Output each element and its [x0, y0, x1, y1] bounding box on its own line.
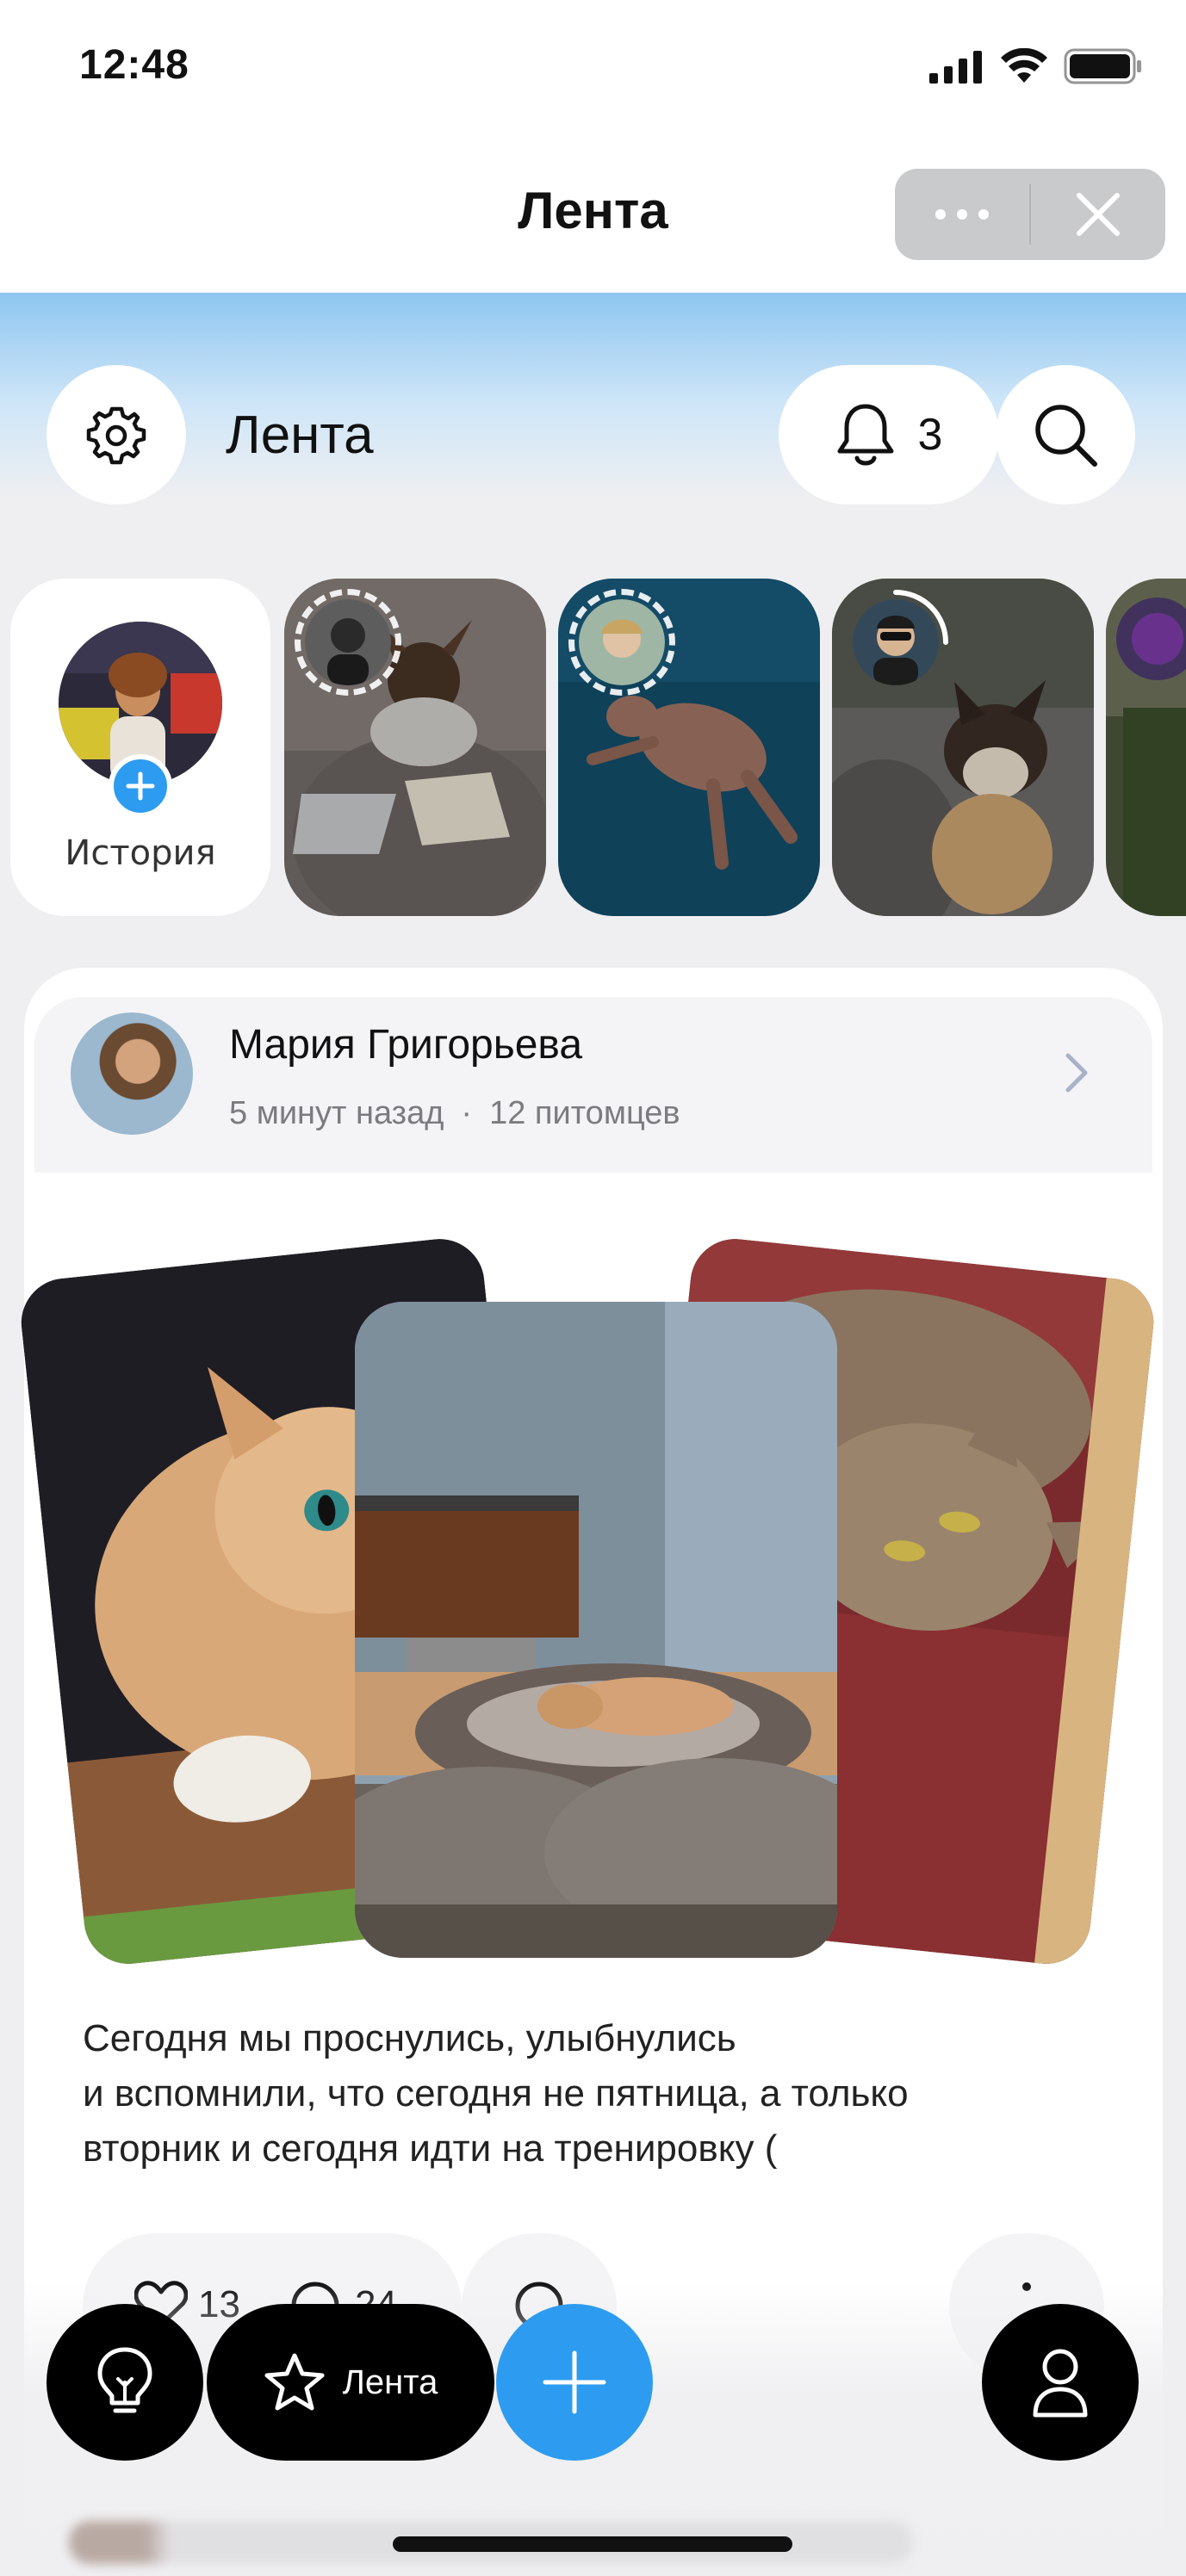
add-post-button[interactable]: [496, 2304, 653, 2461]
tab-feed-label: Лента: [342, 2362, 438, 2401]
status-time: 12:48: [79, 42, 189, 88]
post-header[interactable]: [34, 997, 1152, 1173]
plus-icon: [126, 771, 155, 801]
status-bar: 12:48: [0, 0, 1186, 138]
tab-feed[interactable]: Лента: [207, 2304, 494, 2461]
ideas-button[interactable]: [47, 2304, 203, 2461]
add-story-plus[interactable]: [109, 754, 172, 818]
home-indicator: [393, 2536, 792, 2552]
sleeping-dog-image: [355, 1302, 837, 1958]
post-photo-dog-sleeping[interactable]: [355, 1302, 837, 1958]
notifications-count: 3: [917, 410, 943, 460]
story-swimming-pig[interactable]: [558, 579, 820, 916]
story-forest-photo: [1106, 579, 1186, 916]
notifications-button[interactable]: 3: [779, 365, 999, 505]
bell-icon: [837, 404, 894, 466]
search-icon: [1035, 405, 1097, 467]
post-pets-count: 12 питомцев: [489, 1095, 680, 1131]
author-name[interactable]: Мария Григорьева: [229, 1021, 582, 1068]
wifi-icon: [1001, 48, 1047, 83]
post-time: 5 минут назад: [229, 1095, 444, 1131]
story-husky-puppy[interactable]: [832, 579, 1094, 916]
status-icons: [929, 48, 1143, 84]
post-text: Сегодня мы проснулись, улыбнулись и вспо…: [83, 2017, 909, 2170]
author-avatar[interactable]: [71, 1012, 193, 1135]
lightbulb-icon: [97, 2347, 152, 2413]
star-icon: [264, 2353, 325, 2411]
post-meta: 5 минут назад · 12 питомцев: [229, 1095, 680, 1132]
story-forest[interactable]: [1106, 579, 1186, 916]
chevron-right-icon[interactable]: [1065, 1052, 1089, 1093]
search-button[interactable]: [996, 365, 1135, 505]
more-dots-icon: [935, 209, 989, 220]
close-icon: [1076, 193, 1120, 236]
feed-title: Лента: [226, 406, 374, 465]
story-chihuahua[interactable]: [284, 579, 546, 916]
story-author-avatar: [579, 599, 665, 685]
plus-icon: [543, 2350, 606, 2414]
add-story-label: История: [65, 833, 216, 873]
story-author-avatar: [305, 599, 391, 685]
mini-app-navbar: Лента: [0, 138, 1186, 293]
mini-app-capsule: [895, 169, 1165, 260]
settings-button[interactable]: [47, 365, 186, 505]
gear-icon: [86, 406, 146, 465]
profile-button[interactable]: [982, 2304, 1139, 2461]
more-button[interactable]: [895, 169, 1029, 260]
story-author-avatar: [853, 599, 939, 685]
profile-icon: [1033, 2349, 1088, 2418]
battery-icon: [1064, 48, 1141, 84]
signal-icon: [929, 51, 982, 84]
close-button[interactable]: [1031, 169, 1165, 260]
meta-separator: ·: [461, 1095, 473, 1131]
